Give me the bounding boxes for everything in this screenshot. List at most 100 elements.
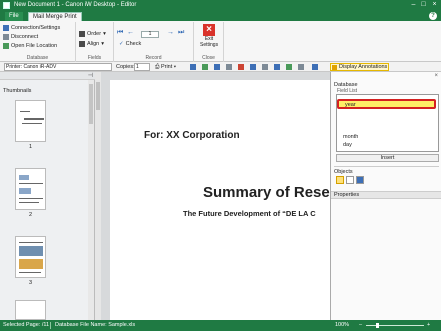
previous-record-icon[interactable]: ← xyxy=(127,29,134,37)
future-development-subtitle: The Future Development of “DE LA C xyxy=(183,209,316,218)
print-toolbar: Printer: Canon iR-ADV Copies: 1 ⎙ Print … xyxy=(0,62,441,72)
undo-icon[interactable] xyxy=(312,64,318,70)
database-file-status: Database File Name: Sample.xls xyxy=(55,322,136,328)
thumbnails-scrollbar[interactable] xyxy=(88,80,94,320)
order-icon xyxy=(79,31,85,37)
display-annotations-label: Display Annotations xyxy=(339,64,388,70)
close-window-button[interactable]: × xyxy=(430,1,439,9)
ribbon-tab-row: File Mail Merge Print ? xyxy=(0,11,441,21)
printer-select[interactable]: Printer: Canon iR-ADV xyxy=(4,63,112,71)
toolbar-icon-3[interactable] xyxy=(214,64,220,70)
next-record-icon[interactable]: → xyxy=(167,29,174,37)
field-item-year-selected[interactable]: year xyxy=(337,99,436,109)
record-number-value: 1 xyxy=(141,30,159,38)
thumbnail-page-2[interactable] xyxy=(15,168,46,210)
summary-heading: Summary of Rese xyxy=(203,184,330,201)
image-object-icon[interactable] xyxy=(346,176,354,184)
toolbar-icon-6[interactable] xyxy=(250,64,256,70)
copies-input[interactable]: 1 xyxy=(134,63,150,71)
thumb-image xyxy=(19,175,29,180)
thumb-text-line xyxy=(19,272,41,273)
document-page[interactable]: For: XX Corporation Summary of Rese The … xyxy=(110,80,330,320)
pin-icon[interactable]: ⊣ xyxy=(88,72,93,80)
fields-group: Order ▾ Align ▾ Fields xyxy=(76,22,114,62)
toolbar-icon-2[interactable] xyxy=(202,64,208,70)
record-number-field[interactable]: 1 xyxy=(141,30,159,38)
thumb-text-line xyxy=(19,183,43,184)
exit-settings-button[interactable]: × Exit Settings xyxy=(200,24,218,52)
open-file-location-label: Open File Location xyxy=(11,43,58,49)
ribbon: Connection/Settings Disconnect Open File… xyxy=(0,21,441,62)
thumbnails-scrollbar-thumb[interactable] xyxy=(89,84,93,124)
thumb-text-line xyxy=(20,111,30,112)
document-scrollbar-thumb[interactable] xyxy=(96,82,100,110)
copies-label: Copies: xyxy=(116,64,135,70)
status-separator xyxy=(50,322,51,329)
window-title: New Document 1 - Canon iW Desktop - Edit… xyxy=(14,2,137,8)
text-object-icon[interactable] xyxy=(336,176,344,184)
objects-label: Objects xyxy=(334,169,353,175)
toolbar-icon-10[interactable] xyxy=(298,64,304,70)
selected-page-status: Selected Page: /11 xyxy=(3,322,50,328)
toolbar-icon-1[interactable] xyxy=(190,64,196,70)
display-annotations-button[interactable]: Display Annotations xyxy=(330,63,389,71)
database-settings-icon xyxy=(3,25,9,31)
maximize-button[interactable]: □ xyxy=(419,1,428,9)
thumbnail-page-4[interactable] xyxy=(15,300,46,320)
thumbnail-page-3[interactable] xyxy=(15,236,46,278)
minimize-button[interactable]: – xyxy=(409,1,418,9)
order-button[interactable]: Order ▾ xyxy=(79,30,106,38)
disconnect-button[interactable]: Disconnect xyxy=(3,33,38,41)
close-group-label: Close xyxy=(202,55,215,61)
zoom-level: 100% xyxy=(335,322,350,328)
delete-icon[interactable] xyxy=(238,64,244,70)
properties-header: Properties xyxy=(331,191,441,199)
align-button[interactable]: Align ▾ xyxy=(79,40,104,48)
exit-settings-label-line2: Settings xyxy=(200,41,219,48)
status-bar: Selected Page: /11 Database File Name: S… xyxy=(0,320,441,331)
insert-button[interactable]: Insert xyxy=(336,154,439,162)
record-group: ⏮ ← 1 → ⏭ ✓ Check Record xyxy=(114,22,194,62)
disconnect-label: Disconnect xyxy=(11,34,39,40)
print-label: Print xyxy=(160,64,173,70)
document-scrollbar[interactable] xyxy=(95,72,101,320)
check-button[interactable]: ✓ Check xyxy=(119,40,141,48)
last-record-icon[interactable]: ⏭ xyxy=(178,29,184,37)
open-file-location-button[interactable]: Open File Location xyxy=(3,42,57,50)
thumbnail-page-1[interactable] xyxy=(15,100,46,142)
thumb-text-line xyxy=(22,123,42,124)
close-icon[interactable]: × xyxy=(434,73,438,79)
thumbnail-page-number: 1 xyxy=(28,144,33,150)
check-label: Check xyxy=(125,41,142,47)
toolbar-icon-8[interactable] xyxy=(274,64,280,70)
zoom-slider-knob[interactable] xyxy=(376,323,379,328)
connection-settings-button[interactable]: Connection/Settings xyxy=(3,24,60,32)
close-group: × Exit Settings Close xyxy=(194,22,224,62)
align-label: Align xyxy=(87,41,100,47)
toolbar-icon-7[interactable] xyxy=(262,64,268,70)
thumb-text-line xyxy=(19,242,43,243)
chevron-down-icon: ▾ xyxy=(101,41,104,47)
zoom-in-button[interactable]: + xyxy=(427,320,430,331)
print-button[interactable]: ⎙ Print ▾ xyxy=(155,63,176,71)
field-item-month[interactable]: month xyxy=(337,133,438,141)
field-item-day[interactable]: day xyxy=(337,141,438,149)
zoom-slider[interactable] xyxy=(366,325,424,326)
connection-settings-label: Connection/Settings xyxy=(11,25,61,31)
order-label: Order xyxy=(87,31,102,37)
first-record-icon[interactable]: ⏮ xyxy=(117,29,123,37)
thumb-table xyxy=(19,246,43,256)
tab-mail-merge-print[interactable]: Mail Merge Print xyxy=(28,12,82,21)
folder-icon xyxy=(3,43,9,49)
barcode-object-icon[interactable] xyxy=(356,176,364,184)
zoom-out-button[interactable]: – xyxy=(359,320,362,331)
toolbar-icon-9[interactable] xyxy=(286,64,292,70)
thumbnail-page-number: 2 xyxy=(28,212,33,218)
toolbar-icon-4[interactable] xyxy=(226,64,232,70)
tab-file[interactable]: File xyxy=(5,12,23,21)
thumbnails-header: ⊣ xyxy=(0,72,95,80)
thumb-text-line xyxy=(24,118,44,120)
exit-icon: × xyxy=(203,24,215,36)
help-icon[interactable]: ? xyxy=(429,12,437,20)
divider xyxy=(334,166,439,167)
